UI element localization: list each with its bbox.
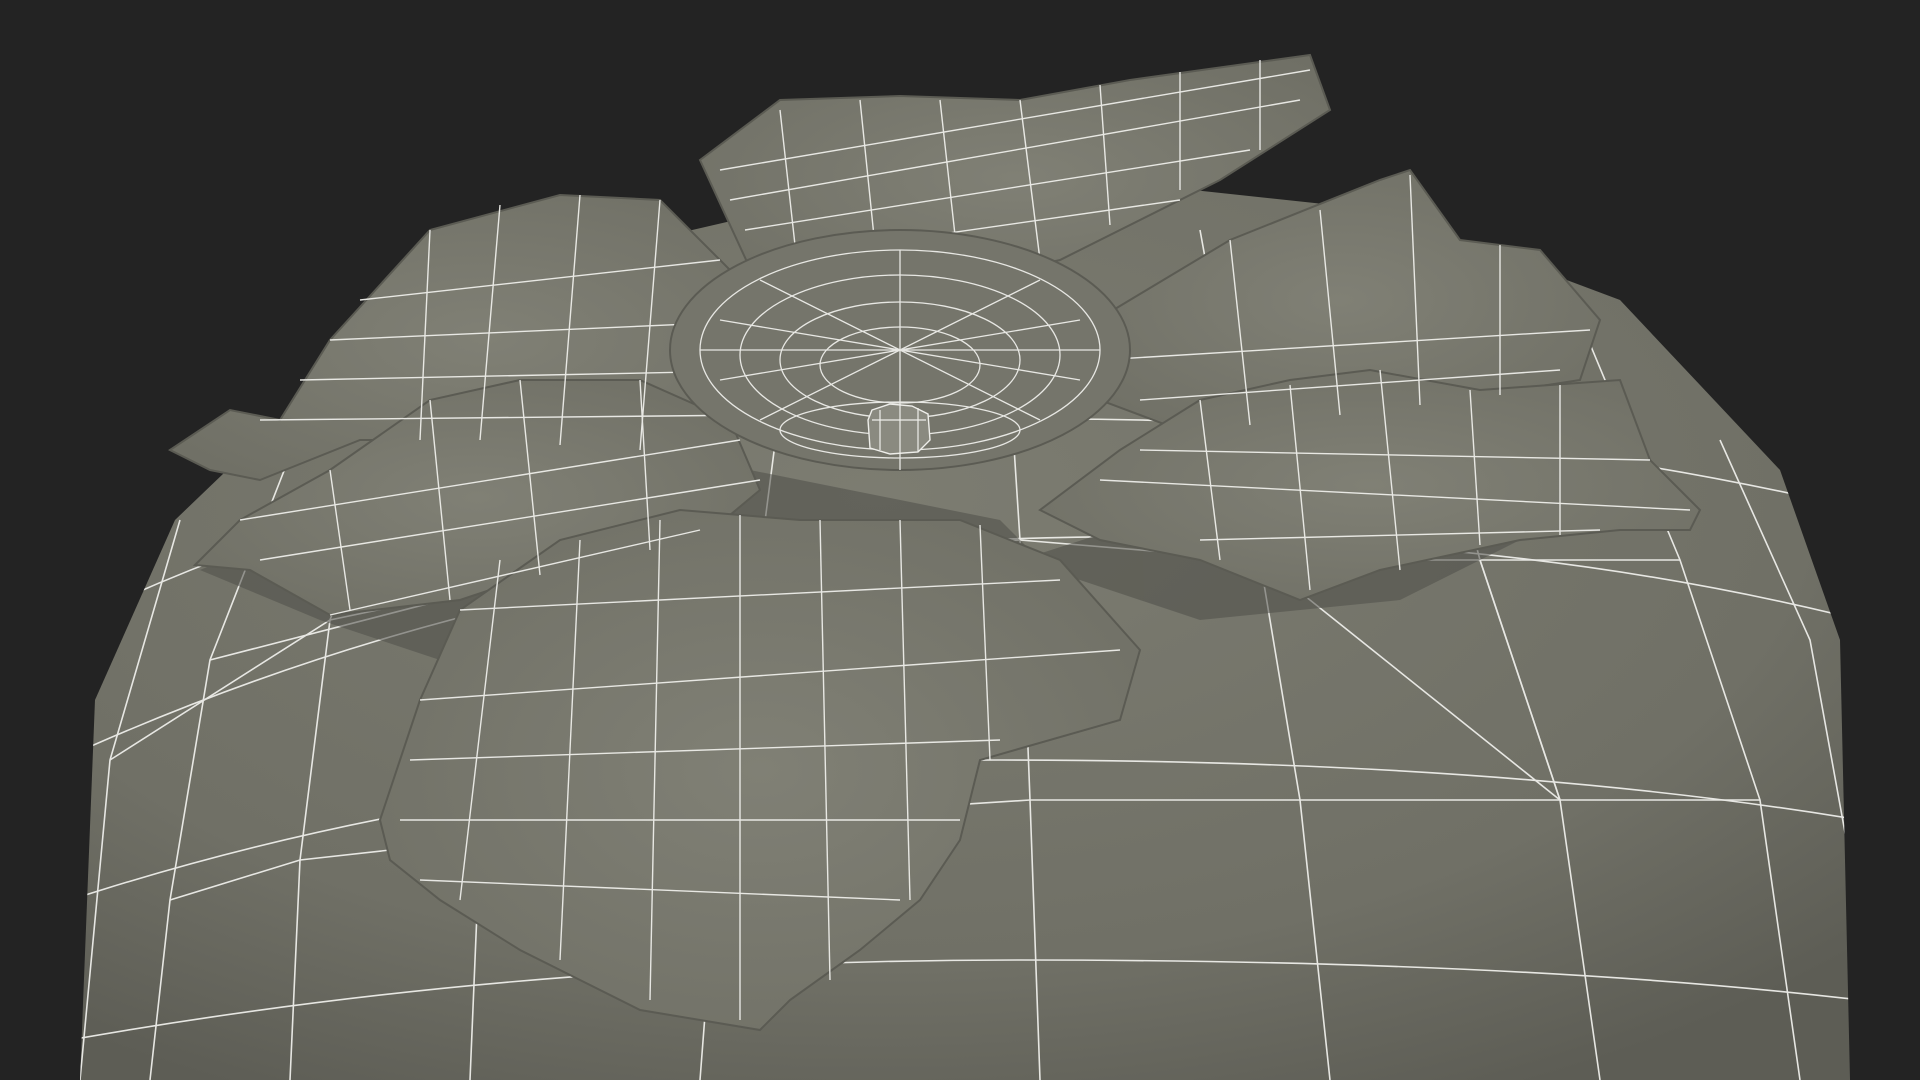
stem-nub (867, 403, 931, 455)
wireframe-render (80, 53, 1850, 1080)
render-viewport (0, 0, 1920, 1080)
calyx-center (669, 229, 1131, 471)
